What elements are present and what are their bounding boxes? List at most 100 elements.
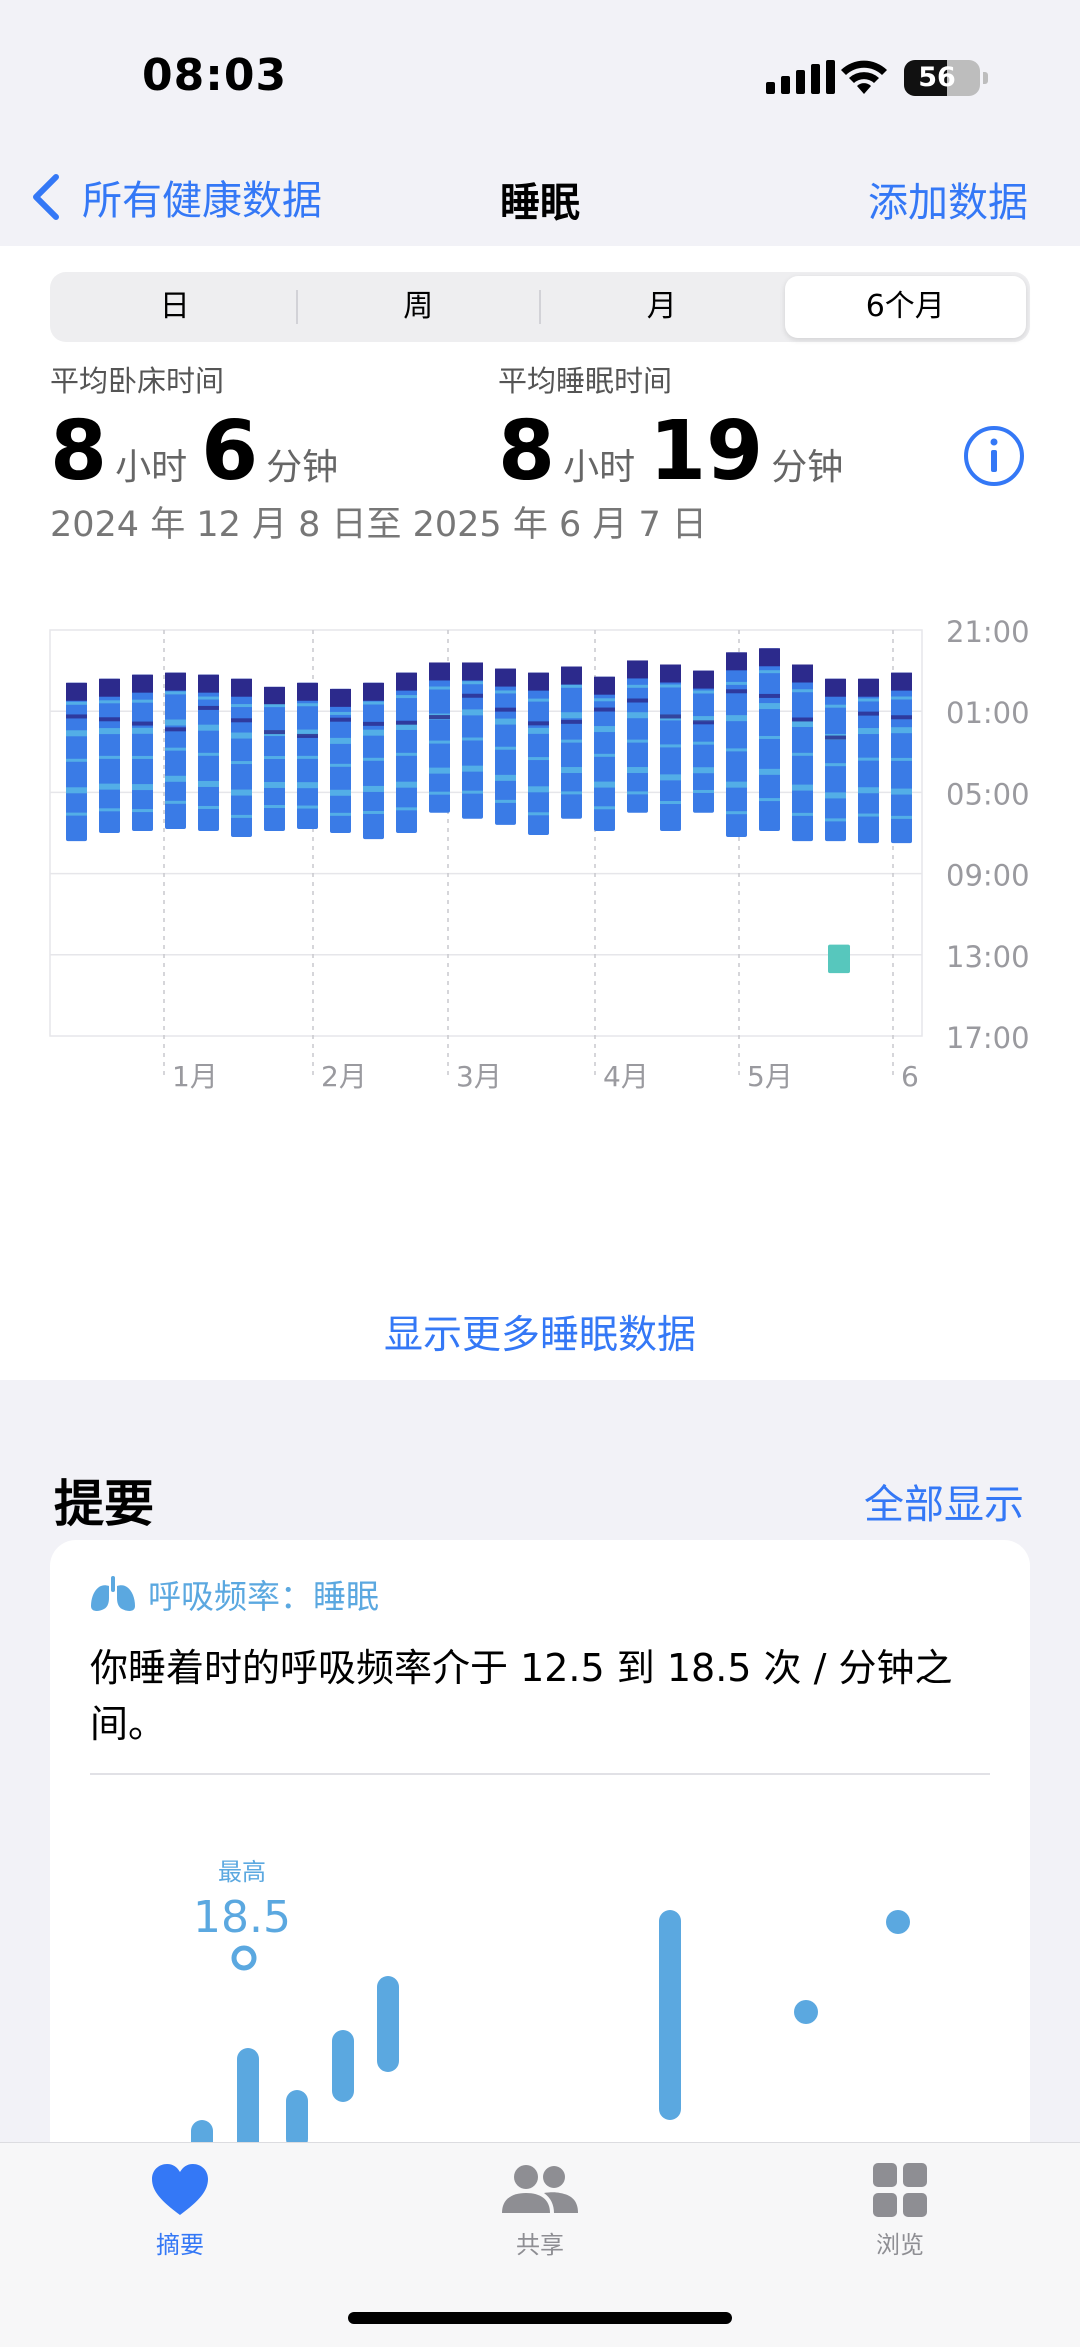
sleep-core-segment (528, 672, 549, 836)
minutes-unit: 分钟 (266, 447, 339, 488)
segment-day[interactable]: 日 (54, 276, 296, 338)
heart-icon (152, 2164, 208, 2215)
sleep-rem-segment (330, 737, 351, 744)
sleep-rem-segment (759, 768, 780, 775)
segment-month[interactable]: 月 (541, 276, 783, 338)
x-tick-label: 6 (901, 1060, 919, 1093)
add-data-button[interactable]: 添加数据 (868, 170, 1028, 228)
lungs-icon (91, 1576, 135, 1611)
sleep-rem-segment (231, 761, 252, 765)
sleep-rem-segment (660, 774, 681, 781)
sleep-night-bar (693, 670, 714, 813)
sleep-deep-segment (594, 707, 615, 712)
sleep-deep-segment (66, 682, 87, 701)
sleep-night-bar (891, 672, 912, 844)
sleep-rem-segment (165, 747, 186, 751)
status-bar: 08:03 56 (0, 0, 1080, 150)
sleep-rem-segment (165, 691, 186, 695)
avg-asleep-stat: 平均睡眠时间 8 小时 19 分钟 (498, 358, 857, 496)
sleep-rem-segment (792, 689, 813, 693)
sleep-rem-segment (462, 737, 483, 741)
tab-summary[interactable]: 摘要 (100, 2161, 260, 2260)
sleep-deep-segment (132, 674, 153, 693)
sleep-rem-segment (264, 805, 285, 809)
sleep-deep-segment (363, 721, 384, 726)
battery-nub (983, 72, 988, 84)
sleep-rem-segment (792, 784, 813, 791)
sleep-rem-segment (132, 755, 153, 759)
sleep-night-bar (165, 672, 186, 829)
sleep-rem-segment (627, 791, 648, 795)
sleep-rem-segment (660, 684, 681, 688)
minutes-unit: 分钟 (771, 447, 844, 488)
respiratory-point (886, 1910, 910, 1934)
sleep-rem-segment (660, 801, 681, 805)
sleep-rem-segment (462, 681, 483, 685)
avg-in-bed-hours: 8 (50, 404, 108, 499)
sleep-deep-segment (858, 711, 879, 716)
sleep-rem-segment (495, 799, 516, 803)
sleep-night-bar (330, 688, 351, 833)
sleep-night-bar (858, 678, 879, 844)
sleep-rem-segment (429, 791, 450, 795)
sleep-night-bar (132, 674, 153, 831)
sleep-deep-segment (891, 672, 912, 691)
sleep-night-bar (825, 678, 846, 842)
sleep-rem-segment (297, 703, 318, 707)
sleep-rem-segment (132, 727, 153, 734)
x-tick-label: 1月 (172, 1060, 218, 1093)
segment-6-months[interactable]: 6个月 (784, 276, 1026, 338)
sleep-rem-segment (561, 767, 582, 774)
sleep-core-segment (660, 664, 681, 831)
avg-in-bed-stat: 平均卧床时间 8 小时 6 分钟 (50, 358, 352, 496)
sleep-core-segment (165, 672, 186, 829)
sleep-rem-segment (825, 818, 846, 822)
sleep-rem-segment (99, 783, 120, 790)
sleep-deep-segment (495, 707, 516, 712)
sleep-core-segment (429, 662, 450, 813)
sleep-night-bar (429, 662, 450, 813)
sleep-deep-segment (825, 735, 846, 740)
sleep-rem-segment (561, 739, 582, 743)
max-value: 18.5 (193, 1892, 291, 1943)
tab-sharing[interactable]: 共享 (460, 2161, 620, 2260)
sleep-rem-segment (462, 790, 483, 794)
show-all-button[interactable]: 全部显示 (864, 1472, 1024, 1530)
show-more-sleep-data-link[interactable]: 显示更多睡眠数据 (0, 1304, 1080, 1360)
sleep-deep-segment (297, 733, 318, 738)
sleep-rem-segment (759, 798, 780, 802)
sleep-rem-segment (726, 715, 747, 722)
sleep-rem-segment (462, 709, 483, 716)
hours-unit: 小时 (563, 447, 636, 488)
sleep-rem-segment (891, 757, 912, 761)
tab-browse[interactable]: 浏览 (820, 2161, 980, 2260)
sleep-deep-segment (396, 720, 417, 725)
sleep-rem-segment (858, 813, 879, 817)
sleep-rem-segment (231, 789, 252, 796)
sleep-rem-segment (693, 789, 714, 793)
sleep-rem-segment (891, 696, 912, 700)
avg-asleep-hours: 8 (498, 404, 556, 499)
sleep-rem-segment (561, 684, 582, 688)
sleep-night-bar (297, 682, 318, 829)
sleep-deep-segment (561, 719, 582, 724)
grid-icon (873, 2163, 927, 2217)
home-indicator (348, 2312, 732, 2324)
sleep-rem-segment (396, 723, 417, 730)
x-tick-label: 4月 (603, 1060, 649, 1093)
sleep-night-bar (66, 682, 87, 842)
sleep-deep-segment (264, 730, 285, 735)
sleep-rem-segment (264, 781, 285, 788)
sleep-deep-segment (660, 714, 681, 719)
respiratory-range-bar (286, 2090, 308, 2150)
sleep-deep-segment (594, 676, 615, 695)
sleep-rem-segment (726, 681, 747, 685)
info-icon[interactable] (962, 424, 1026, 488)
sleep-rem-segment (495, 690, 516, 694)
segment-week[interactable]: 周 (298, 276, 540, 338)
respiratory-summary-text: 你睡着时的呼吸频率介于 12.5 到 18.5 次 / 分钟之间。 (90, 1646, 953, 1746)
sleep-rem-segment (363, 785, 384, 792)
sleep-deep-segment (462, 693, 483, 698)
sleep-deep-segment (231, 718, 252, 723)
sleep-deep-segment (165, 672, 186, 691)
